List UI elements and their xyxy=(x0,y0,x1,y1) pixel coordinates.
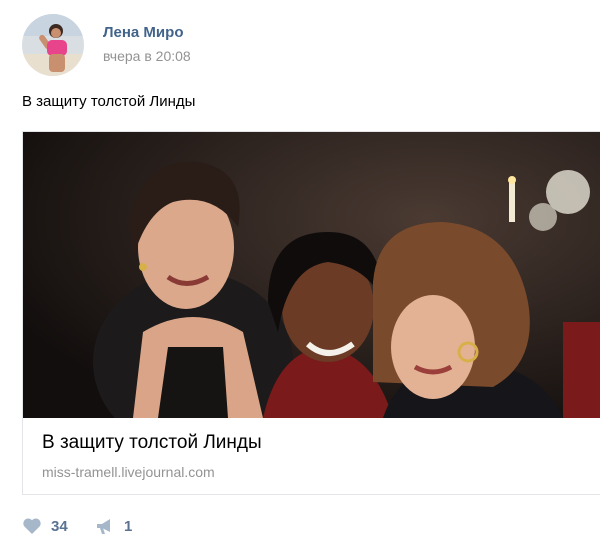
post-timestamp[interactable]: вчера в 20:08 xyxy=(103,48,191,64)
like-count: 34 xyxy=(51,517,68,535)
link-preview-card[interactable]: В защиту толстой Линды miss-tramell.live… xyxy=(22,131,600,495)
author-avatar[interactable] xyxy=(22,14,84,76)
heart-icon xyxy=(22,517,42,535)
link-domain: miss-tramell.livejournal.com xyxy=(42,464,215,480)
link-preview-image[interactable] xyxy=(23,132,600,418)
share-button[interactable]: 1 xyxy=(95,513,132,539)
megaphone-icon xyxy=(95,517,115,535)
post-text: В защиту толстой Линды xyxy=(22,93,196,110)
like-button[interactable]: 34 xyxy=(22,513,68,539)
link-title[interactable]: В защиту толстой Линды xyxy=(42,432,262,454)
author-name[interactable]: Лена Миро xyxy=(103,24,183,41)
share-count: 1 xyxy=(124,517,133,535)
